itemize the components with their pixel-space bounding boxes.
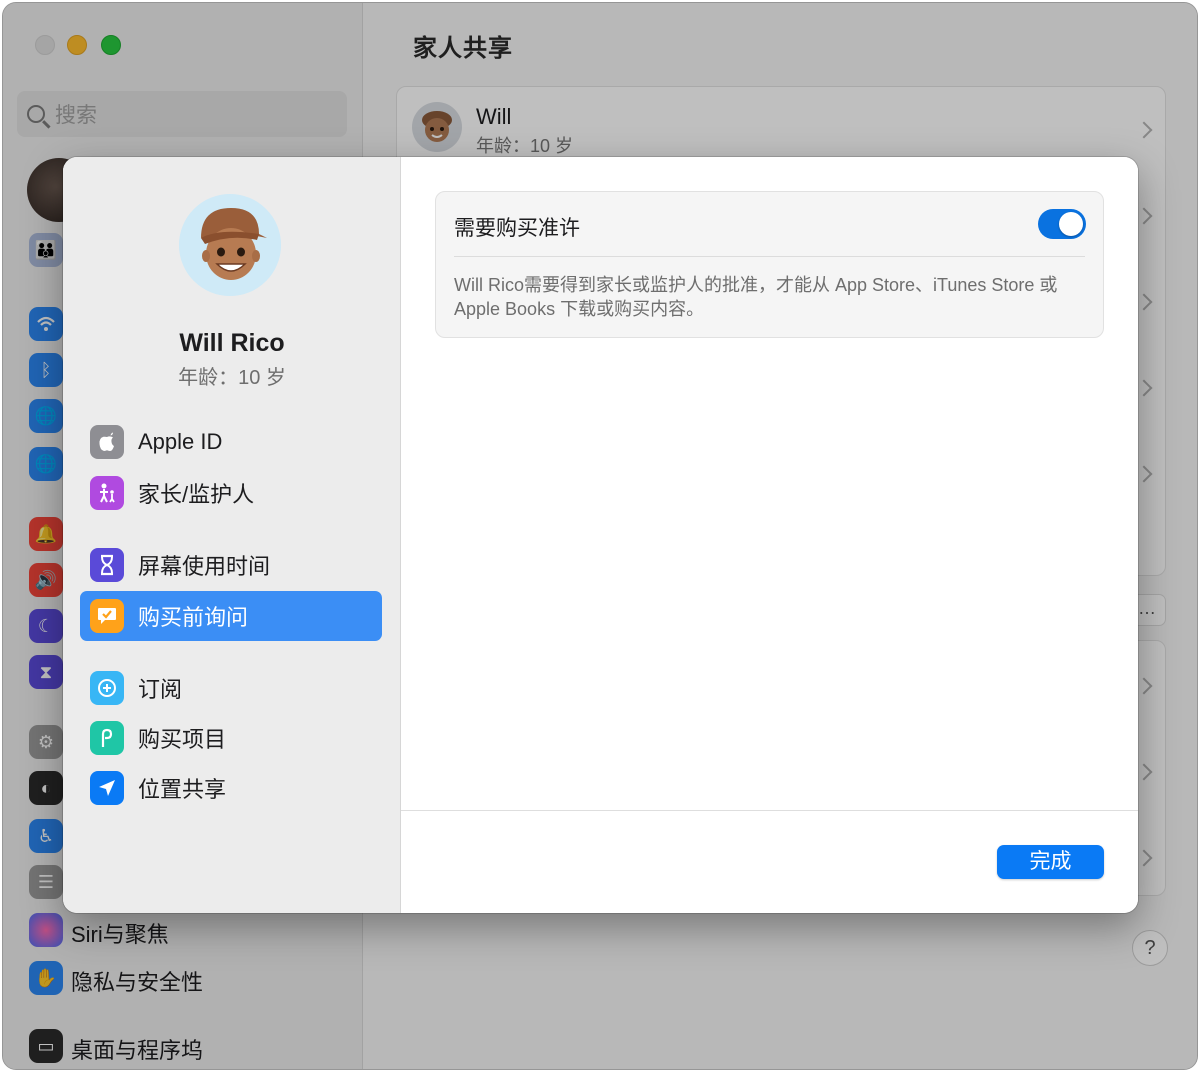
hourglass-icon <box>90 548 124 582</box>
nav-label: 订阅 <box>138 677 183 702</box>
nav-label: 购买前询问 <box>138 605 249 630</box>
nav-label: Apple ID <box>138 429 223 454</box>
nav-item-guardians[interactable]: 家长/监护人 <box>80 468 382 518</box>
profile-age: 年龄：10 岁 <box>178 367 286 389</box>
member-detail-sheet: Will Rico 年龄：10 岁 Apple ID 家长/监护人 屏幕使用时间… <box>63 157 1138 913</box>
nav-item-screen-time[interactable]: 屏幕使用时间 <box>80 540 382 590</box>
nav-item-purchases[interactable]: 购买项目 <box>80 713 382 763</box>
nav-label: 家长/监护人 <box>138 482 255 507</box>
apple-icon <box>90 425 124 459</box>
ask-to-buy-setting: 需要购买准许 Will Rico需要得到家长或监护人的批准，才能从 App St… <box>435 191 1104 338</box>
profile-avatar <box>179 194 281 296</box>
setting-description: Will Rico需要得到家长或监护人的批准，才能从 App Store、iTu… <box>454 275 1058 319</box>
done-button[interactable]: 完成 <box>997 845 1104 879</box>
subscription-icon <box>90 671 124 705</box>
ask-to-buy-icon <box>90 599 124 633</box>
sheet-sidebar: Will Rico 年龄：10 岁 Apple ID 家长/监护人 屏幕使用时间… <box>63 157 401 913</box>
nav-label: 屏幕使用时间 <box>138 554 271 579</box>
divider <box>454 256 1085 257</box>
nav-item-location-sharing[interactable]: 位置共享 <box>80 763 382 813</box>
setting-title: 需要购买准许 <box>454 217 580 240</box>
purchases-icon <box>90 721 124 755</box>
sheet-content: 需要购买准许 Will Rico需要得到家长或监护人的批准，才能从 App St… <box>401 157 1138 913</box>
toggle-knob <box>1059 212 1083 236</box>
ask-to-buy-toggle[interactable] <box>1038 209 1086 239</box>
nav-label: 购买项目 <box>138 727 227 752</box>
nav-item-subscriptions[interactable]: 订阅 <box>80 663 382 713</box>
nav-item-apple-id[interactable]: Apple ID <box>80 417 382 467</box>
profile-name: Will Rico <box>179 329 285 357</box>
family-icon <box>90 476 124 510</box>
footer-divider <box>401 810 1138 811</box>
nav-label: 位置共享 <box>138 777 227 802</box>
location-icon <box>90 771 124 805</box>
nav-item-ask-to-buy[interactable]: 购买前询问 <box>80 591 382 641</box>
